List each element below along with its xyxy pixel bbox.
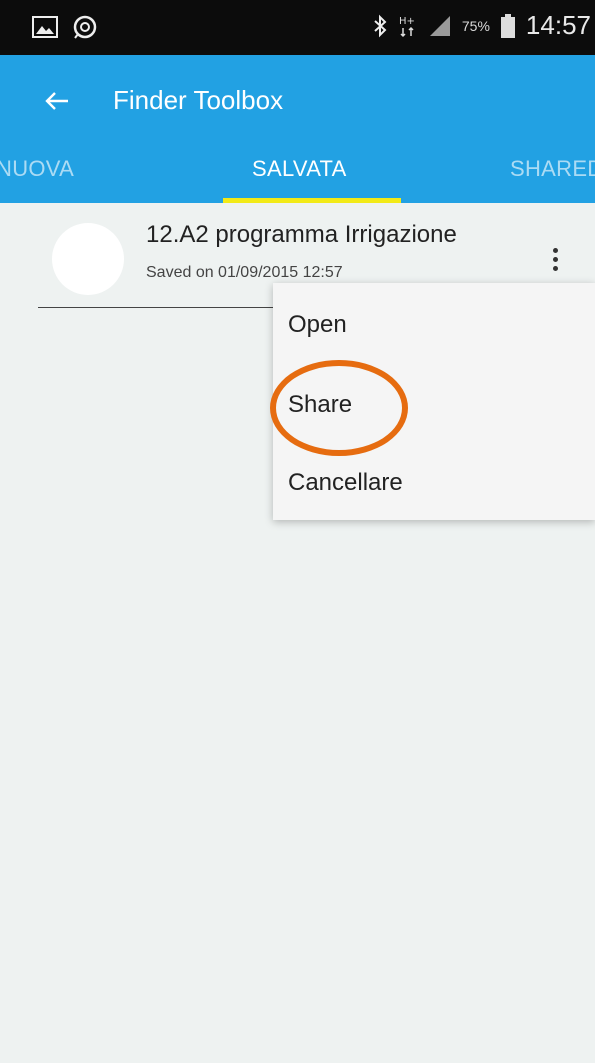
- bluetooth-icon: [374, 14, 387, 37]
- more-vert-icon-dot: [552, 265, 558, 271]
- battery-percent: 75%: [461, 17, 490, 34]
- more-vert-icon: [552, 247, 558, 253]
- sync-icon: [73, 15, 97, 39]
- menu-item-cancellare[interactable]: Cancellare: [288, 469, 403, 497]
- menu-item-open[interactable]: Open: [288, 311, 347, 339]
- overflow-menu-button[interactable]: [540, 239, 570, 279]
- tab-salvata[interactable]: SALVATA: [252, 156, 347, 182]
- back-button[interactable]: [44, 81, 84, 121]
- more-vert-icon-dot: [552, 256, 558, 262]
- battery-icon: [500, 13, 515, 38]
- status-bar: H+ 75% 14:57: [0, 0, 595, 55]
- item-subtitle: Saved on 01/09/2015 12:57: [146, 264, 343, 281]
- hplus-signal-icon: H+: [399, 16, 415, 37]
- status-time: 14:57: [525, 10, 591, 40]
- tab-shared[interactable]: SHARED: [510, 156, 595, 182]
- avatar: [52, 223, 124, 295]
- app-bar: Finder Toolbox NUOVA SALVATA SHARED: [0, 55, 595, 203]
- item-title: 12.A2 programma Irrigazione: [146, 221, 457, 248]
- page-title: Finder Toolbox: [113, 85, 284, 115]
- signal-icon: [429, 15, 450, 36]
- arrow-left-icon: [45, 92, 68, 110]
- divider: [38, 307, 290, 308]
- svg-text:H+: H+: [399, 16, 415, 27]
- image-icon: [32, 16, 58, 38]
- tab-nuova[interactable]: NUOVA: [0, 156, 74, 182]
- highlight-circle: [270, 360, 408, 456]
